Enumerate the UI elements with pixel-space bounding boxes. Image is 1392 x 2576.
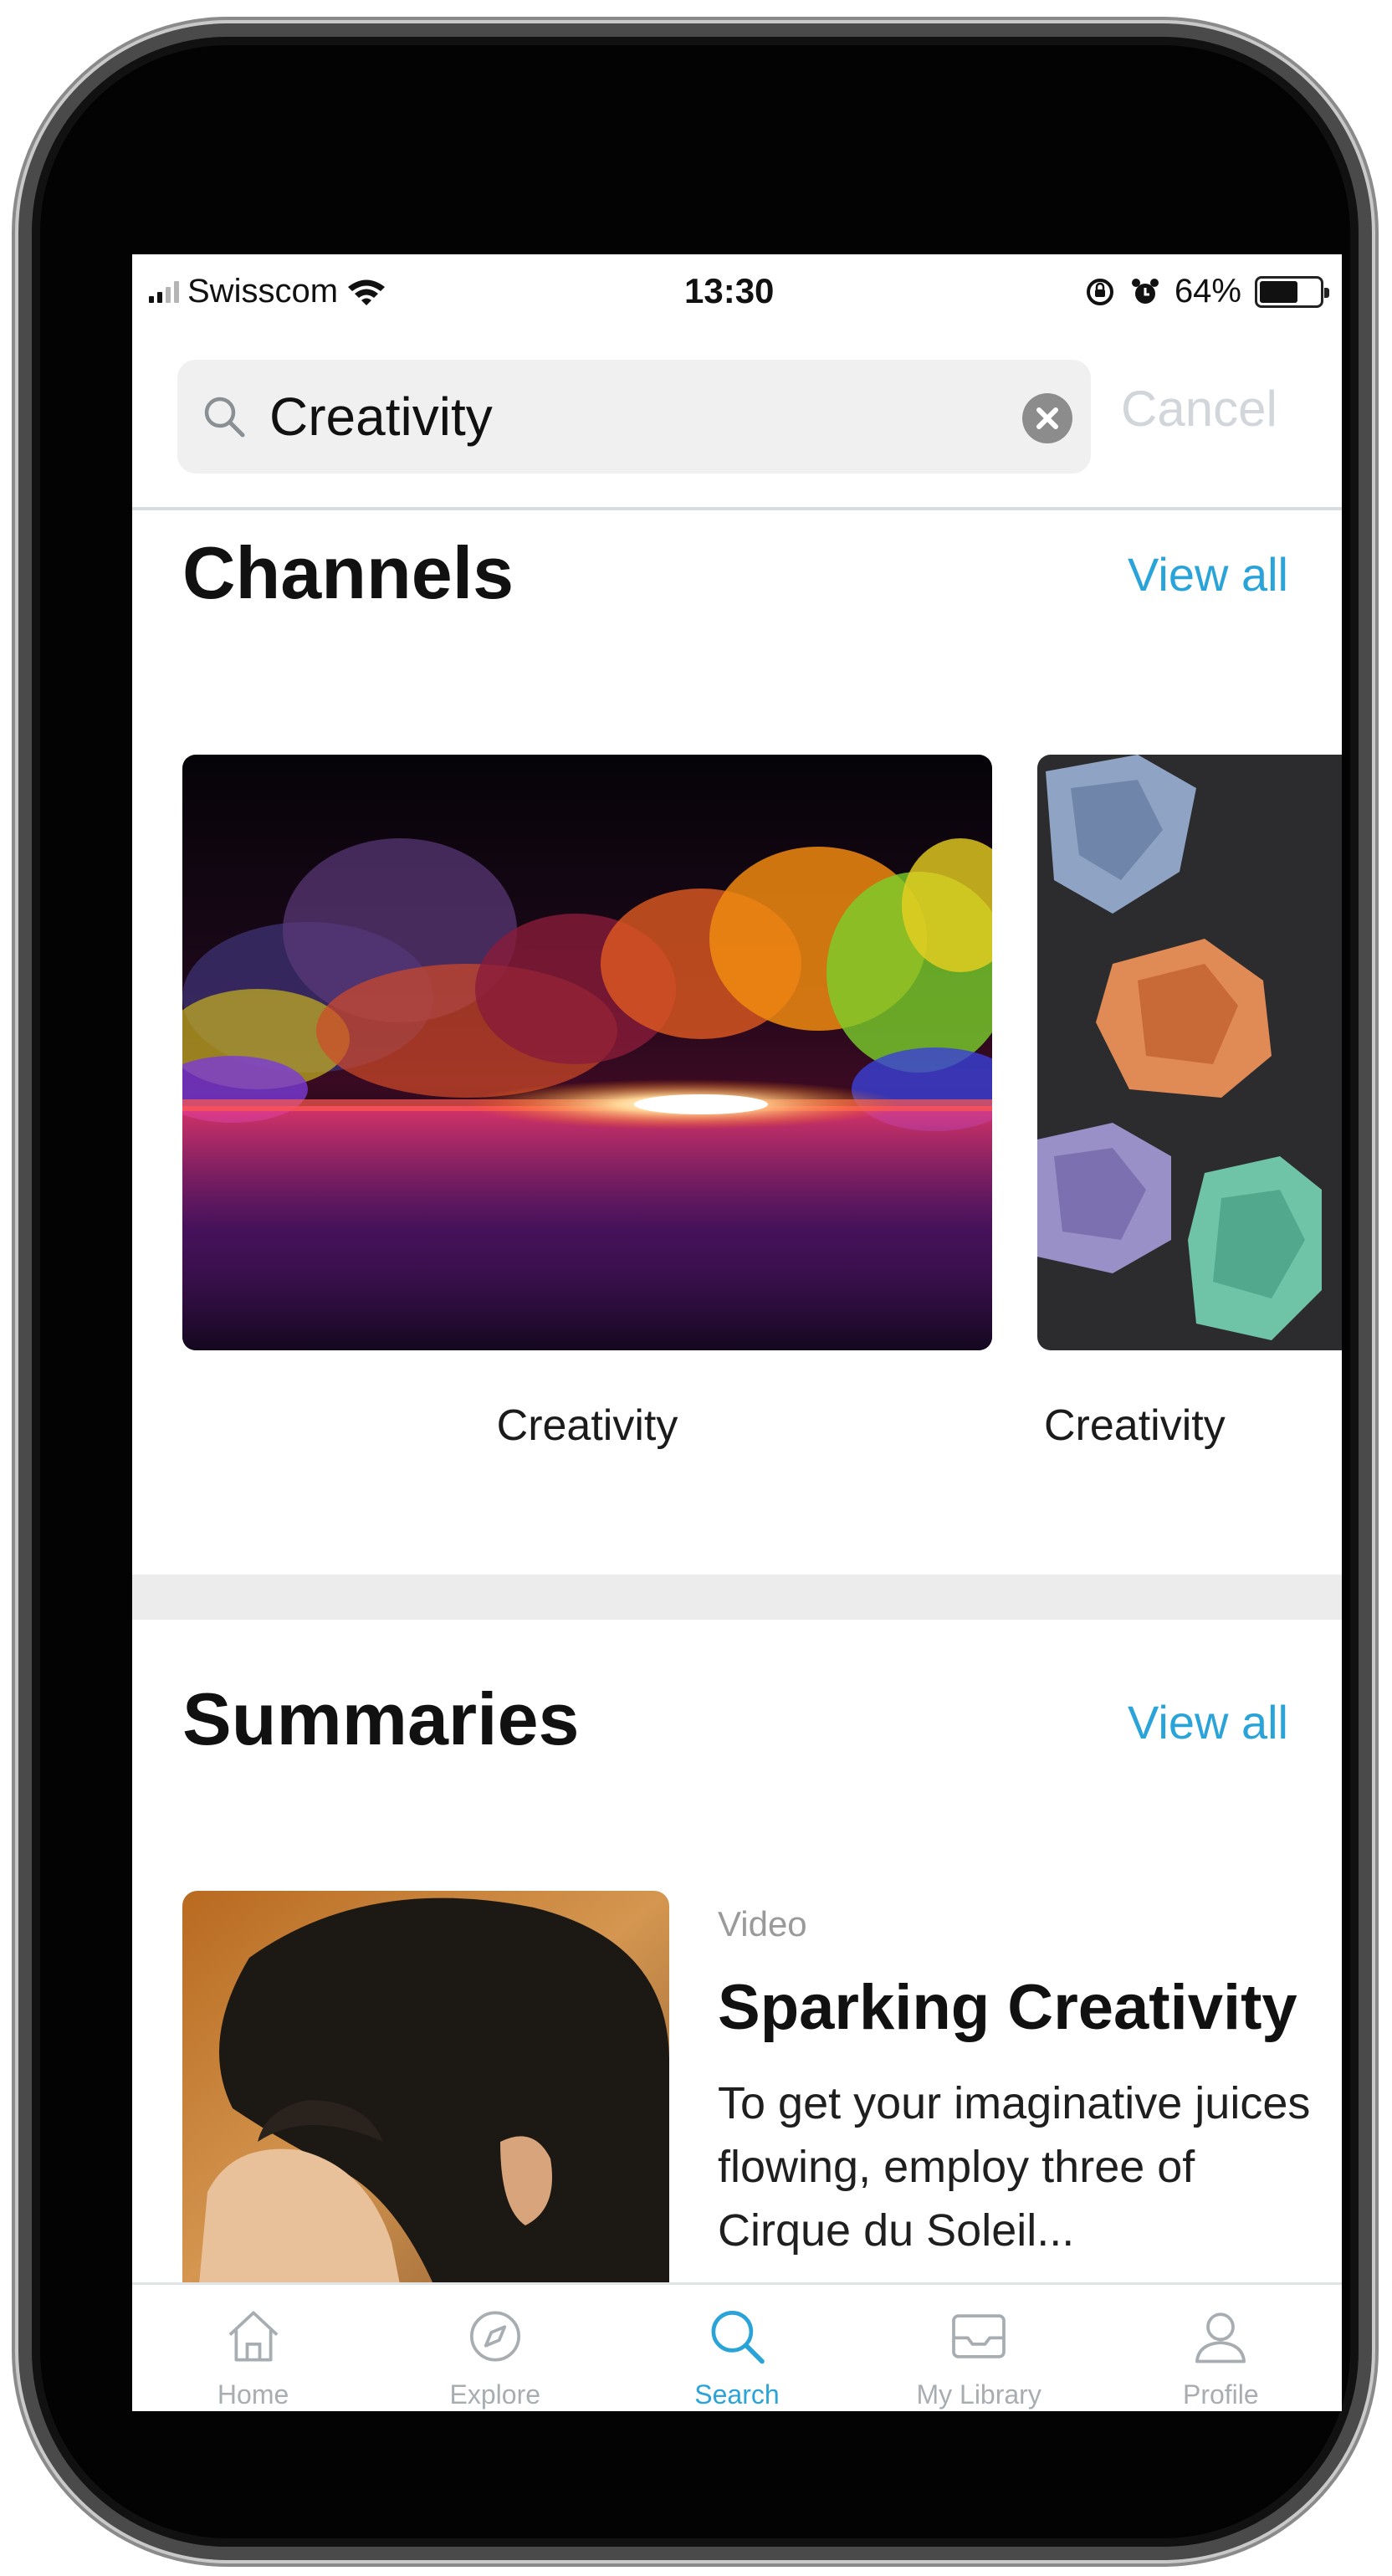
status-time: 13:30 <box>684 271 775 310</box>
signal-icon <box>149 280 179 303</box>
rotation-lock-icon <box>1086 278 1113 305</box>
search-input[interactable] <box>269 382 1006 452</box>
tab-bar: Home Explore Search My Library Profile <box>132 2282 1342 2411</box>
battery-tip <box>1324 287 1329 298</box>
battery-percent: 64% <box>1174 273 1241 310</box>
summary-type-label: Video <box>718 1904 807 1944</box>
summary-description: To get your imaginative juices flowing, … <box>718 2078 1311 2256</box>
search-icon <box>204 397 245 438</box>
summaries-view-all-link[interactable]: View all <box>1128 1695 1288 1749</box>
summaries-title: Summaries <box>182 1677 580 1760</box>
summary-image-portrait <box>182 1891 669 2284</box>
status-bar: Swisscom 13:30 64% <box>132 254 1342 330</box>
clear-icon <box>1036 407 1058 429</box>
tab-profile[interactable]: Profile <box>1103 2285 1338 2410</box>
cancel-button[interactable]: Cancel <box>1121 380 1277 438</box>
status-left: Swisscom <box>149 273 386 310</box>
channel-label: Creativity <box>1044 1401 1226 1450</box>
app-screen: Swisscom 13:30 64% Creativity Cancel Cha… <box>132 254 1342 2411</box>
alarm-icon <box>1131 278 1159 304</box>
status-right: 64% <box>1084 273 1329 310</box>
tab-label: Search <box>694 2379 780 2410</box>
channel-card[interactable] <box>1037 755 1342 1350</box>
tab-home[interactable]: Home <box>136 2285 371 2410</box>
channel-image-colorful-clouds <box>182 755 992 1350</box>
phone-frame: Swisscom 13:30 64% Creativity Cancel Cha… <box>18 23 1372 2560</box>
home-icon <box>228 2311 278 2362</box>
battery-fill <box>1260 280 1297 303</box>
clear-search-button[interactable] <box>1022 393 1072 443</box>
summary-title[interactable]: Sparking Creativity <box>718 1971 1297 2044</box>
channel-image-crumpled-paper <box>1037 755 1342 1350</box>
tab-label: Explore <box>449 2379 541 2410</box>
section-separator <box>132 1575 1342 1620</box>
channels-title: Channels <box>182 531 514 614</box>
tab-label: Home <box>217 2379 289 2410</box>
channels-view-all-link[interactable]: View all <box>1128 547 1288 602</box>
tab-my-library[interactable]: My Library <box>862 2285 1096 2410</box>
tab-search[interactable]: Search <box>620 2285 854 2410</box>
carrier-name: Swisscom <box>187 273 339 310</box>
library-icon <box>952 2314 1006 2358</box>
tab-label: Profile <box>1182 2379 1259 2410</box>
tab-explore[interactable]: Explore <box>378 2285 612 2410</box>
summary-thumbnail[interactable] <box>182 1891 669 2284</box>
channel-card[interactable] <box>182 755 992 1350</box>
channel-label: Creativity <box>496 1401 678 1450</box>
compass-icon <box>469 2311 520 2362</box>
tab-label: My Library <box>916 2379 1041 2410</box>
header-divider <box>132 507 1342 510</box>
search-field[interactable] <box>177 360 1091 474</box>
profile-icon <box>1195 2312 1246 2363</box>
wifi-icon <box>348 279 386 305</box>
battery-icon <box>1255 275 1329 308</box>
search-icon <box>711 2311 765 2364</box>
